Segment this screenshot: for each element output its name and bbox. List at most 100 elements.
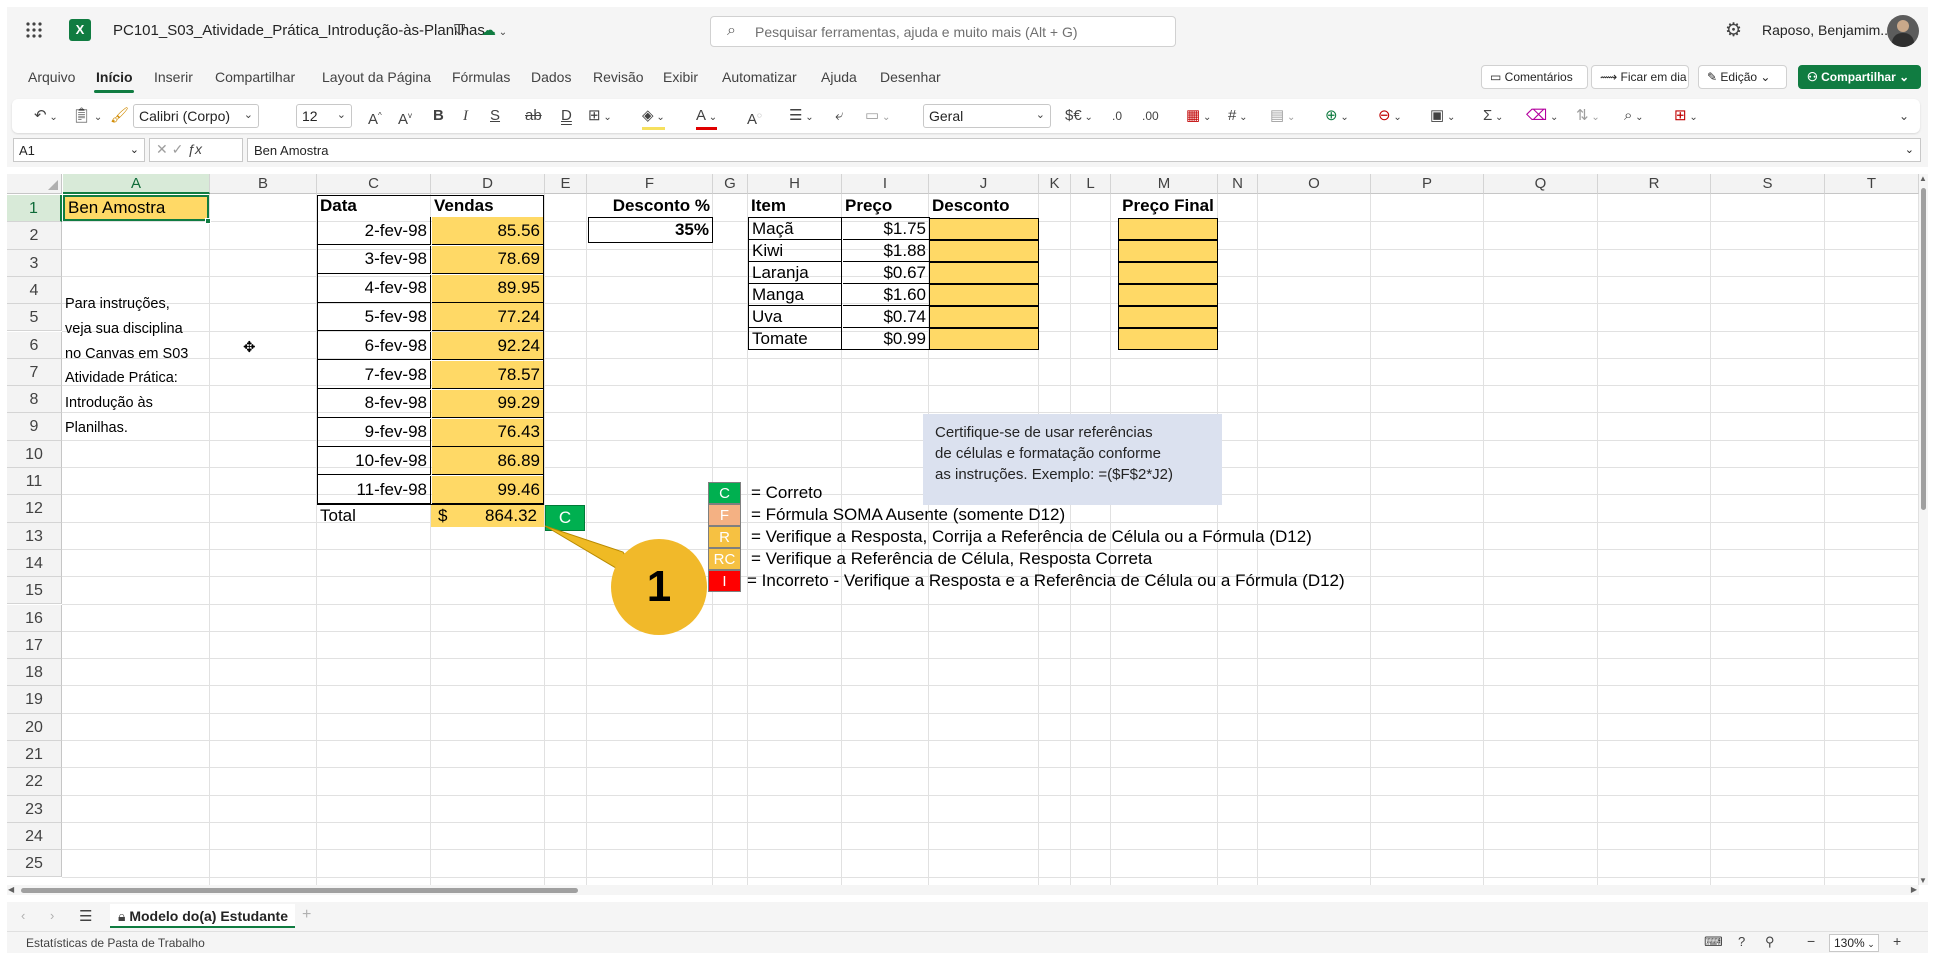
bold-icon[interactable]: B <box>433 107 444 125</box>
row-header[interactable]: 12 <box>7 495 62 523</box>
row-header[interactable]: 17 <box>7 631 62 660</box>
vertical-scroll-thumb[interactable] <box>1921 188 1926 510</box>
decrease-decimal-icon[interactable]: .00 <box>1142 107 1159 125</box>
column-header[interactable]: E <box>545 174 587 194</box>
user-avatar[interactable] <box>1887 15 1919 47</box>
row-header[interactable]: 23 <box>7 795 62 823</box>
column-header[interactable]: A <box>63 174 210 194</box>
row-header[interactable]: 25 <box>7 850 62 878</box>
workbook-statistics[interactable]: Estatísticas de Pasta de Trabalho <box>26 936 205 950</box>
header-desconto-percent[interactable]: Desconto % <box>587 195 713 217</box>
number-format-select[interactable]: Geral ⌄ <box>923 104 1051 128</box>
header-preco-final[interactable]: Preço Final <box>1118 195 1218 217</box>
help-icon[interactable]: ? <box>1738 934 1745 949</box>
column-header[interactable]: H <box>748 174 842 194</box>
scroll-right-arrow-icon[interactable]: ▶ <box>1911 885 1917 894</box>
menu-dados[interactable]: Dados <box>531 69 571 85</box>
column-header[interactable]: K <box>1039 174 1071 194</box>
format-painter-icon[interactable]: 🖌︎ <box>110 107 129 125</box>
double-underline-icon[interactable]: D <box>561 107 572 125</box>
zoom-out-icon[interactable]: − <box>1807 933 1815 949</box>
search-box[interactable]: ⌕ Pesquisar ferramentas, ajuda e muito m… <box>710 16 1176 47</box>
increase-decimal-icon[interactable]: .0 <box>1112 107 1122 125</box>
menu-compartilhar[interactable]: Compartilhar <box>215 69 295 85</box>
row-header[interactable]: 9 <box>7 413 62 441</box>
accessibility-icon[interactable]: ⚲ <box>1765 934 1775 950</box>
final-price-input-cell[interactable] <box>1118 306 1218 328</box>
column-header[interactable]: J <box>929 174 1039 194</box>
column-header[interactable]: O <box>1258 174 1371 194</box>
row-header[interactable]: 2 <box>7 222 62 250</box>
column-header[interactable]: D <box>431 174 545 194</box>
row-header[interactable]: 7 <box>7 358 62 387</box>
sensitivity-icon[interactable]: ⛉ <box>454 22 465 39</box>
header-preco[interactable]: Preço <box>842 195 929 217</box>
underline-icon[interactable]: S <box>490 107 500 125</box>
final-price-input-cell[interactable] <box>1118 328 1218 350</box>
total-label[interactable]: Total <box>317 505 431 527</box>
undo-icon[interactable]: ↶ ⌄ <box>34 107 58 127</box>
editing-mode-button[interactable]: ✎ Edição ⌄ <box>1698 65 1787 89</box>
increase-font-icon[interactable]: A^ <box>368 107 382 129</box>
add-sheet-icon[interactable]: + <box>302 906 311 924</box>
font-size-select[interactable]: 12 ⌄ <box>296 104 352 128</box>
catchup-button[interactable]: ⟿ Ficar em dia <box>1591 65 1689 89</box>
fill-color-icon[interactable]: ◈ ⌄ <box>642 107 665 130</box>
row-header[interactable]: 3 <box>7 249 62 277</box>
autosum-icon[interactable]: Σ ⌄ <box>1483 107 1503 127</box>
discount-input-cell[interactable] <box>929 240 1039 262</box>
row-header[interactable]: 14 <box>7 549 62 578</box>
row-header[interactable]: 5 <box>7 304 62 332</box>
paste-icon[interactable]: 📋︎ ⌄ <box>72 107 102 127</box>
next-sheet-icon[interactable]: › <box>50 908 54 923</box>
column-header[interactable]: T <box>1825 174 1919 194</box>
discount-input-cell[interactable] <box>929 284 1039 306</box>
row-header[interactable]: 15 <box>7 577 62 605</box>
final-price-input-cell[interactable] <box>1118 284 1218 306</box>
header-desconto[interactable]: Desconto <box>929 195 1039 217</box>
font-effects-icon[interactable]: A◌ <box>747 107 762 129</box>
column-header[interactable]: G <box>713 174 748 194</box>
row-header[interactable]: 13 <box>7 522 62 550</box>
scroll-up-arrow-icon[interactable]: ▲ <box>1919 174 1927 183</box>
column-header[interactable]: R <box>1598 174 1711 194</box>
final-price-input-cell[interactable] <box>1118 240 1218 262</box>
settings-gear-icon[interactable]: ⚙ <box>1725 19 1742 42</box>
formula-input[interactable]: Ben Amostra ⌄ <box>247 138 1921 162</box>
column-header[interactable]: S <box>1711 174 1825 194</box>
ribbon-expand-chevron-icon[interactable]: ⌄ <box>1899 107 1909 125</box>
select-all-corner[interactable] <box>7 174 62 194</box>
confirm-icon[interactable]: ✓ <box>172 141 188 157</box>
discount-input-cell[interactable] <box>929 328 1039 350</box>
insert-cells-icon[interactable]: ⊕ ⌄ <box>1325 107 1349 127</box>
zoom-select[interactable]: 130% ⌄ <box>1829 934 1879 952</box>
document-title[interactable]: PC101_S03_Atividade_Prática_Introdução-à… <box>113 22 485 39</box>
menu-layout-pagina[interactable]: Layout da Página <box>322 69 431 85</box>
column-header[interactable]: I <box>842 174 929 194</box>
font-name-select[interactable]: Calibri (Corpo) ⌄ <box>133 104 259 128</box>
cloud-saved-icon[interactable]: ☁ ⌄ <box>481 21 507 39</box>
format-table-icon[interactable]: # ⌄ <box>1228 107 1248 127</box>
row-header[interactable]: 21 <box>7 741 62 769</box>
horizontal-scroll-thumb[interactable] <box>21 888 578 893</box>
row-header[interactable]: 6 <box>7 331 62 359</box>
row-header[interactable]: 8 <box>7 386 62 414</box>
column-header[interactable]: L <box>1071 174 1111 194</box>
header-item[interactable]: Item <box>748 195 842 217</box>
row-header[interactable]: 19 <box>7 686 62 714</box>
prev-sheet-icon[interactable]: ‹ <box>21 908 25 923</box>
row-header[interactable]: 1 <box>7 195 62 223</box>
row-header[interactable]: 24 <box>7 822 62 851</box>
sort-filter-icon[interactable]: ⇅ ⌄ <box>1576 107 1600 127</box>
menu-automatizar[interactable]: Automatizar <box>722 69 797 85</box>
column-header[interactable]: P <box>1371 174 1484 194</box>
decrease-font-icon[interactable]: Av <box>398 107 412 129</box>
row-header[interactable]: 20 <box>7 713 62 741</box>
all-sheets-menu-icon[interactable]: ☰ <box>79 907 92 925</box>
worksheet-grid[interactable]: ABCDEFGHIJKLMNOPQRSTU 123456789101112131… <box>7 174 1919 885</box>
discount-input-cell[interactable] <box>929 306 1039 328</box>
final-price-input-cell[interactable] <box>1118 218 1218 240</box>
sheet-tab-active[interactable]: 🔒︎ Modelo do(a) Estudante <box>110 904 295 928</box>
menu-arquivo[interactable]: Arquivo <box>28 69 75 85</box>
merge-cells-icon[interactable]: ▭ ⌄ <box>865 107 890 127</box>
